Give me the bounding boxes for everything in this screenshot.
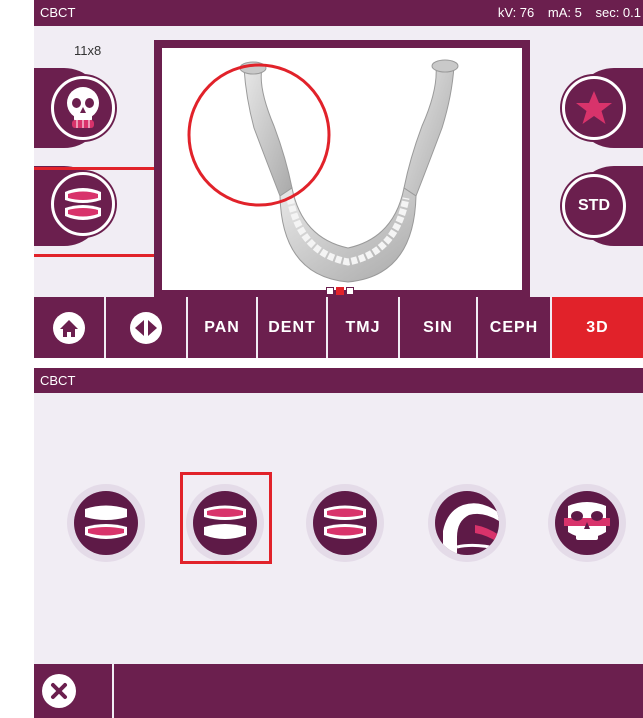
footer-bar	[34, 664, 643, 718]
tab-tmj[interactable]: TMJ	[328, 297, 400, 358]
title-bar: CBCT	[34, 368, 643, 393]
lower-jaw-icon	[204, 505, 246, 539]
mandible-preview-image	[187, 59, 459, 283]
main-screen: CBCT kV: 76 mA: 5 sec: 0.1 11x8 STD PAN …	[34, 0, 643, 358]
page-dot[interactable]	[346, 287, 354, 295]
std-label: STD	[578, 197, 610, 214]
page-dot-active[interactable]	[336, 287, 344, 295]
home-button[interactable]	[34, 297, 106, 358]
tab-dent[interactable]: DENT	[258, 297, 328, 358]
upper-jaw-icon	[324, 505, 366, 539]
dentition-region-button[interactable]	[51, 172, 115, 236]
ma-readout: mA: 5	[547, 5, 582, 20]
favorites-button[interactable]	[562, 76, 626, 140]
exposure-status: kV: 76 mA: 5 sec: 0.1	[498, 5, 643, 20]
mode-title: CBCT	[40, 5, 76, 20]
footer-divider	[112, 664, 114, 718]
star-icon	[576, 91, 612, 124]
mode-title: CBCT	[40, 373, 76, 388]
page-dot[interactable]	[326, 287, 334, 295]
tmj-icon	[443, 503, 499, 555]
full-dentition-button[interactable]	[67, 484, 145, 562]
sinus-button[interactable]	[548, 484, 626, 562]
sec-readout: sec: 0.1	[595, 5, 641, 20]
tab-sin[interactable]: SIN	[400, 297, 478, 358]
title-bar: CBCT kV: 76 mA: 5 sec: 0.1	[34, 0, 643, 26]
home-icon	[53, 311, 85, 344]
tab-ceph[interactable]: CEPH	[478, 297, 552, 358]
preview-viewer[interactable]	[154, 40, 530, 298]
tmj-button[interactable]	[428, 484, 506, 562]
tab-pan[interactable]: PAN	[188, 297, 258, 358]
patient-position-button[interactable]	[106, 297, 188, 358]
lower-jaw-button[interactable]	[186, 484, 264, 562]
std-button[interactable]: STD	[562, 174, 626, 238]
page-indicator	[326, 287, 354, 295]
sinus-icon	[564, 502, 610, 540]
position-arrows-icon	[130, 311, 162, 344]
close-button[interactable]	[42, 674, 76, 708]
region-selection-screen: CBCT	[34, 368, 643, 718]
mode-toolbar: PAN DENT TMJ SIN CEPH 3D	[34, 297, 643, 358]
tab-3d[interactable]: 3D	[552, 297, 643, 358]
skull-icon	[67, 87, 99, 128]
close-icon	[51, 683, 67, 699]
teeth-icon	[65, 188, 101, 220]
patient-size-button[interactable]	[51, 76, 115, 140]
full-dentition-icon	[85, 505, 127, 539]
upper-jaw-button[interactable]	[306, 484, 384, 562]
fov-size-label: 11x8	[74, 43, 102, 58]
kv-readout: kV: 76	[497, 5, 535, 20]
